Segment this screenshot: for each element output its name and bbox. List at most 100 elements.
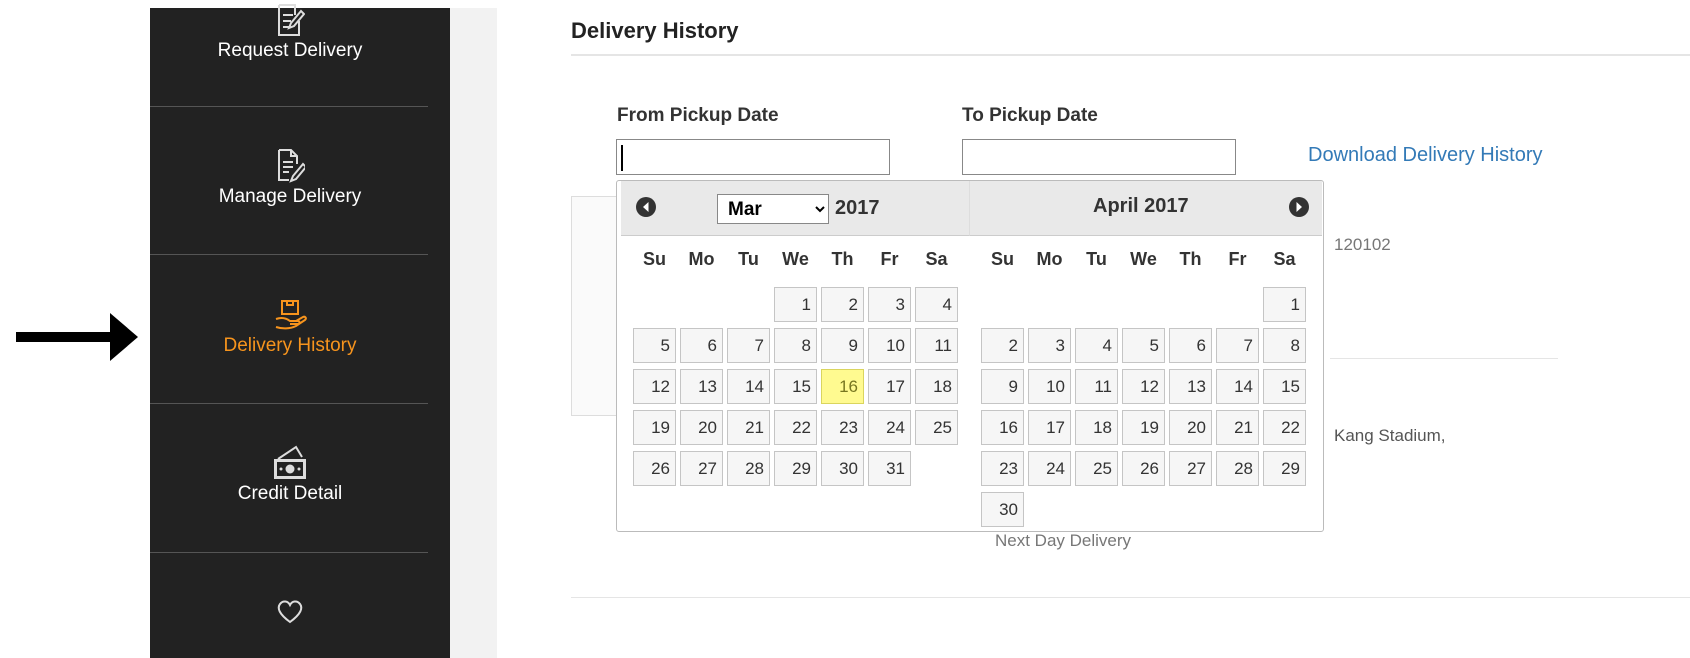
- sidebar-item-label: Manage Delivery: [218, 186, 362, 207]
- calendar-day[interactable]: 27: [1169, 451, 1212, 486]
- sidebar-item-manage-delivery[interactable]: Manage Delivery: [150, 146, 430, 208]
- calendar-day[interactable]: 21: [1216, 410, 1259, 445]
- year-text: 2017: [835, 197, 880, 219]
- weekday-header: Sa: [1273, 249, 1296, 269]
- calendar-day[interactable]: 30: [981, 492, 1024, 527]
- next-month-icon[interactable]: [1288, 196, 1310, 218]
- calendar-day[interactable]: 11: [1075, 369, 1118, 404]
- calendar-day[interactable]: 10: [1028, 369, 1071, 404]
- calendar-day[interactable]: 19: [1122, 410, 1165, 445]
- calendar-day[interactable]: 19: [633, 410, 676, 445]
- calendar-day[interactable]: 22: [774, 410, 817, 445]
- title-divider: [571, 54, 1690, 56]
- calendar-day[interactable]: 1: [1263, 287, 1306, 322]
- calendar-day[interactable]: 22: [1263, 410, 1306, 445]
- manage-delivery-icon: [150, 146, 430, 186]
- annotation-arrow-head: [110, 313, 138, 361]
- sidebar-item-label: Delivery History: [223, 335, 357, 356]
- calendar-day[interactable]: 28: [1216, 451, 1259, 486]
- calendar-day[interactable]: 25: [1075, 451, 1118, 486]
- calendar-day[interactable]: 2: [981, 328, 1024, 363]
- row-divider: [1330, 358, 1558, 359]
- row-divider: [571, 597, 1690, 598]
- datepicker-month-left: JanFebMarAprMayJunJulAugSepOctNovDec 201…: [621, 181, 973, 531]
- text-cursor: [621, 145, 623, 171]
- prev-month-icon[interactable]: [635, 196, 657, 218]
- calendar-day[interactable]: 18: [1075, 410, 1118, 445]
- sidebar-item-credit-detail[interactable]: Credit Detail: [150, 443, 430, 505]
- calendar-day[interactable]: 27: [680, 451, 723, 486]
- address-text: Kang Stadium,: [1334, 426, 1446, 445]
- calendar-day[interactable]: 17: [868, 369, 911, 404]
- calendar-day[interactable]: 8: [774, 328, 817, 363]
- calendar-day[interactable]: 4: [915, 287, 958, 322]
- calendar-day[interactable]: 7: [727, 328, 770, 363]
- sidebar-item-more[interactable]: [150, 591, 430, 631]
- weekday-header: Tu: [738, 249, 759, 269]
- calendar-day[interactable]: 10: [868, 328, 911, 363]
- to-date-input[interactable]: [962, 139, 1236, 175]
- calendar-day[interactable]: 7: [1216, 328, 1259, 363]
- calendar-day[interactable]: 16: [981, 410, 1024, 445]
- weekday-header: Fr: [880, 249, 899, 269]
- calendar-day[interactable]: 28: [727, 451, 770, 486]
- sidebar-divider: [150, 106, 428, 107]
- month-title: April 2017: [1093, 195, 1189, 217]
- sidebar-divider: [150, 552, 428, 553]
- calendar-day[interactable]: 5: [633, 328, 676, 363]
- sidebar-item-label: Request Delivery: [217, 40, 363, 61]
- calendar-day[interactable]: 29: [1263, 451, 1306, 486]
- service-type-text: Next Day Delivery: [995, 531, 1132, 550]
- calendar-day[interactable]: 31: [868, 451, 911, 486]
- calendar-day[interactable]: 15: [1263, 369, 1306, 404]
- calendar-day[interactable]: 15: [774, 369, 817, 404]
- calendar-day[interactable]: 25: [915, 410, 958, 445]
- calendar-day[interactable]: 12: [1122, 369, 1165, 404]
- weekday-header: Tu: [1086, 249, 1107, 269]
- weekday-header: Sa: [925, 249, 948, 269]
- sidebar-divider: [150, 403, 428, 404]
- calendar-day[interactable]: 13: [1169, 369, 1212, 404]
- sidebar-item-delivery-history[interactable]: Delivery History: [150, 295, 430, 357]
- calendar-day[interactable]: 3: [868, 287, 911, 322]
- calendar-day[interactable]: 21: [727, 410, 770, 445]
- calendar-day[interactable]: 23: [981, 451, 1024, 486]
- calendar-day[interactable]: 29: [774, 451, 817, 486]
- calendar-day[interactable]: 18: [915, 369, 958, 404]
- calendar-day[interactable]: 4: [1075, 328, 1118, 363]
- calendar-day[interactable]: 26: [633, 451, 676, 486]
- calendar-day[interactable]: 6: [1169, 328, 1212, 363]
- calendar-day[interactable]: 20: [680, 410, 723, 445]
- weekday-header: Fr: [1228, 249, 1247, 269]
- download-history-link[interactable]: Download Delivery History: [1308, 144, 1543, 167]
- datepicker-header: April 2017: [969, 181, 1322, 236]
- calendar-day[interactable]: 24: [868, 410, 911, 445]
- calendar-day[interactable]: 1: [774, 287, 817, 322]
- calendar-day[interactable]: 17: [1028, 410, 1071, 445]
- calendar-day[interactable]: 30: [821, 451, 864, 486]
- calendar-day[interactable]: 14: [727, 369, 770, 404]
- weekday-header: Su: [642, 249, 666, 269]
- calendar-day[interactable]: 6: [680, 328, 723, 363]
- calendar-day[interactable]: 11: [915, 328, 958, 363]
- calendar-day[interactable]: 20: [1169, 410, 1212, 445]
- calendar-day[interactable]: 14: [1216, 369, 1259, 404]
- month-select[interactable]: JanFebMarAprMayJunJulAugSepOctNovDec: [717, 194, 829, 224]
- calendar-day[interactable]: 9: [821, 328, 864, 363]
- from-date-label: From Pickup Date: [617, 105, 779, 126]
- delivery-history-icon: [150, 295, 430, 335]
- calendar-day[interactable]: 3: [1028, 328, 1071, 363]
- weekday-header: Mo: [1036, 249, 1063, 269]
- calendar-day-today[interactable]: 16: [821, 369, 864, 404]
- calendar-day[interactable]: 12: [633, 369, 676, 404]
- calendar-day[interactable]: 24: [1028, 451, 1071, 486]
- calendar-day[interactable]: 23: [821, 410, 864, 445]
- calendar-day[interactable]: 9: [981, 369, 1024, 404]
- from-date-input[interactable]: [616, 139, 890, 175]
- calendar-day[interactable]: 8: [1263, 328, 1306, 363]
- calendar-day[interactable]: 13: [680, 369, 723, 404]
- sidebar-item-request-delivery[interactable]: Request Delivery: [150, 0, 430, 62]
- calendar-day[interactable]: 26: [1122, 451, 1165, 486]
- calendar-day[interactable]: 2: [821, 287, 864, 322]
- calendar-day[interactable]: 5: [1122, 328, 1165, 363]
